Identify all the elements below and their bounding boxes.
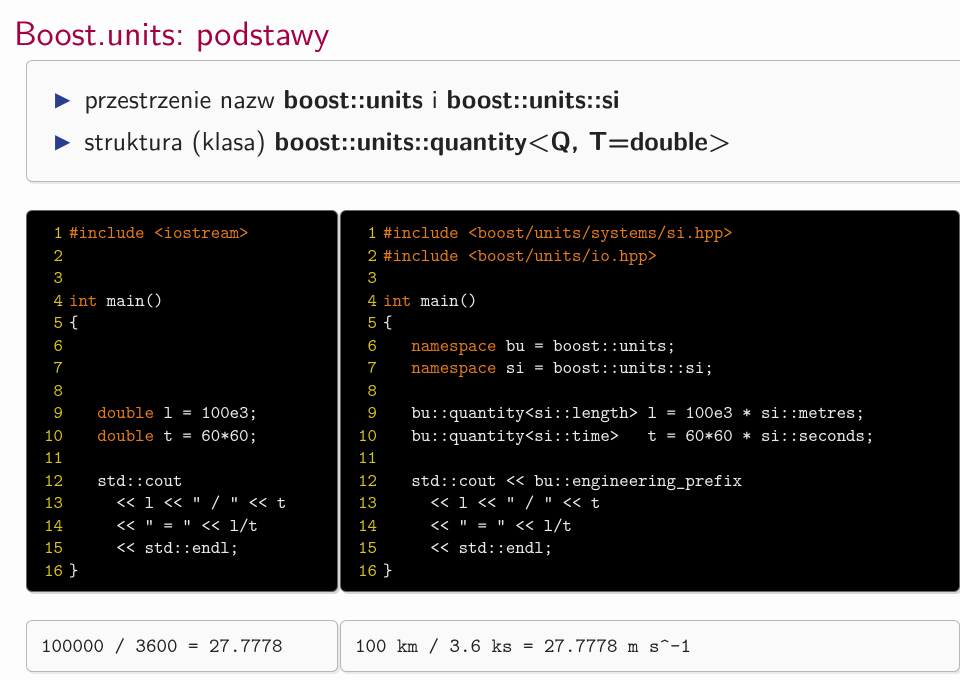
bullet-1: ▶ przestrzenie nazw boost::units i boost… [55,79,960,117]
bullet-2-text: struktura (klasa) boost::units::quantity… [84,121,731,159]
output-left: 100000 / 3600 = 27.7778 [26,620,338,672]
slide-title: Boost.units: podstawy [14,6,329,56]
triangle-icon: ▶ [55,84,70,113]
bullet-1-text: przestrzenie nazw boost::units i boost::… [84,79,619,117]
output-right: 100 km / 3.6 ks = 27.7778 m s^-1 [340,620,960,672]
bullets-frame: ▶ przestrzenie nazw boost::units i boost… [26,60,960,182]
code-block-right: 1#include <boost/units/systems/si.hpp> 2… [340,210,960,592]
code-block-left: 1#include <iostream> 2 3 4int main() 5{ … [26,210,338,592]
triangle-icon: ▶ [55,126,70,155]
bullet-2: ▶ struktura (klasa) boost::units::quanti… [55,121,960,159]
